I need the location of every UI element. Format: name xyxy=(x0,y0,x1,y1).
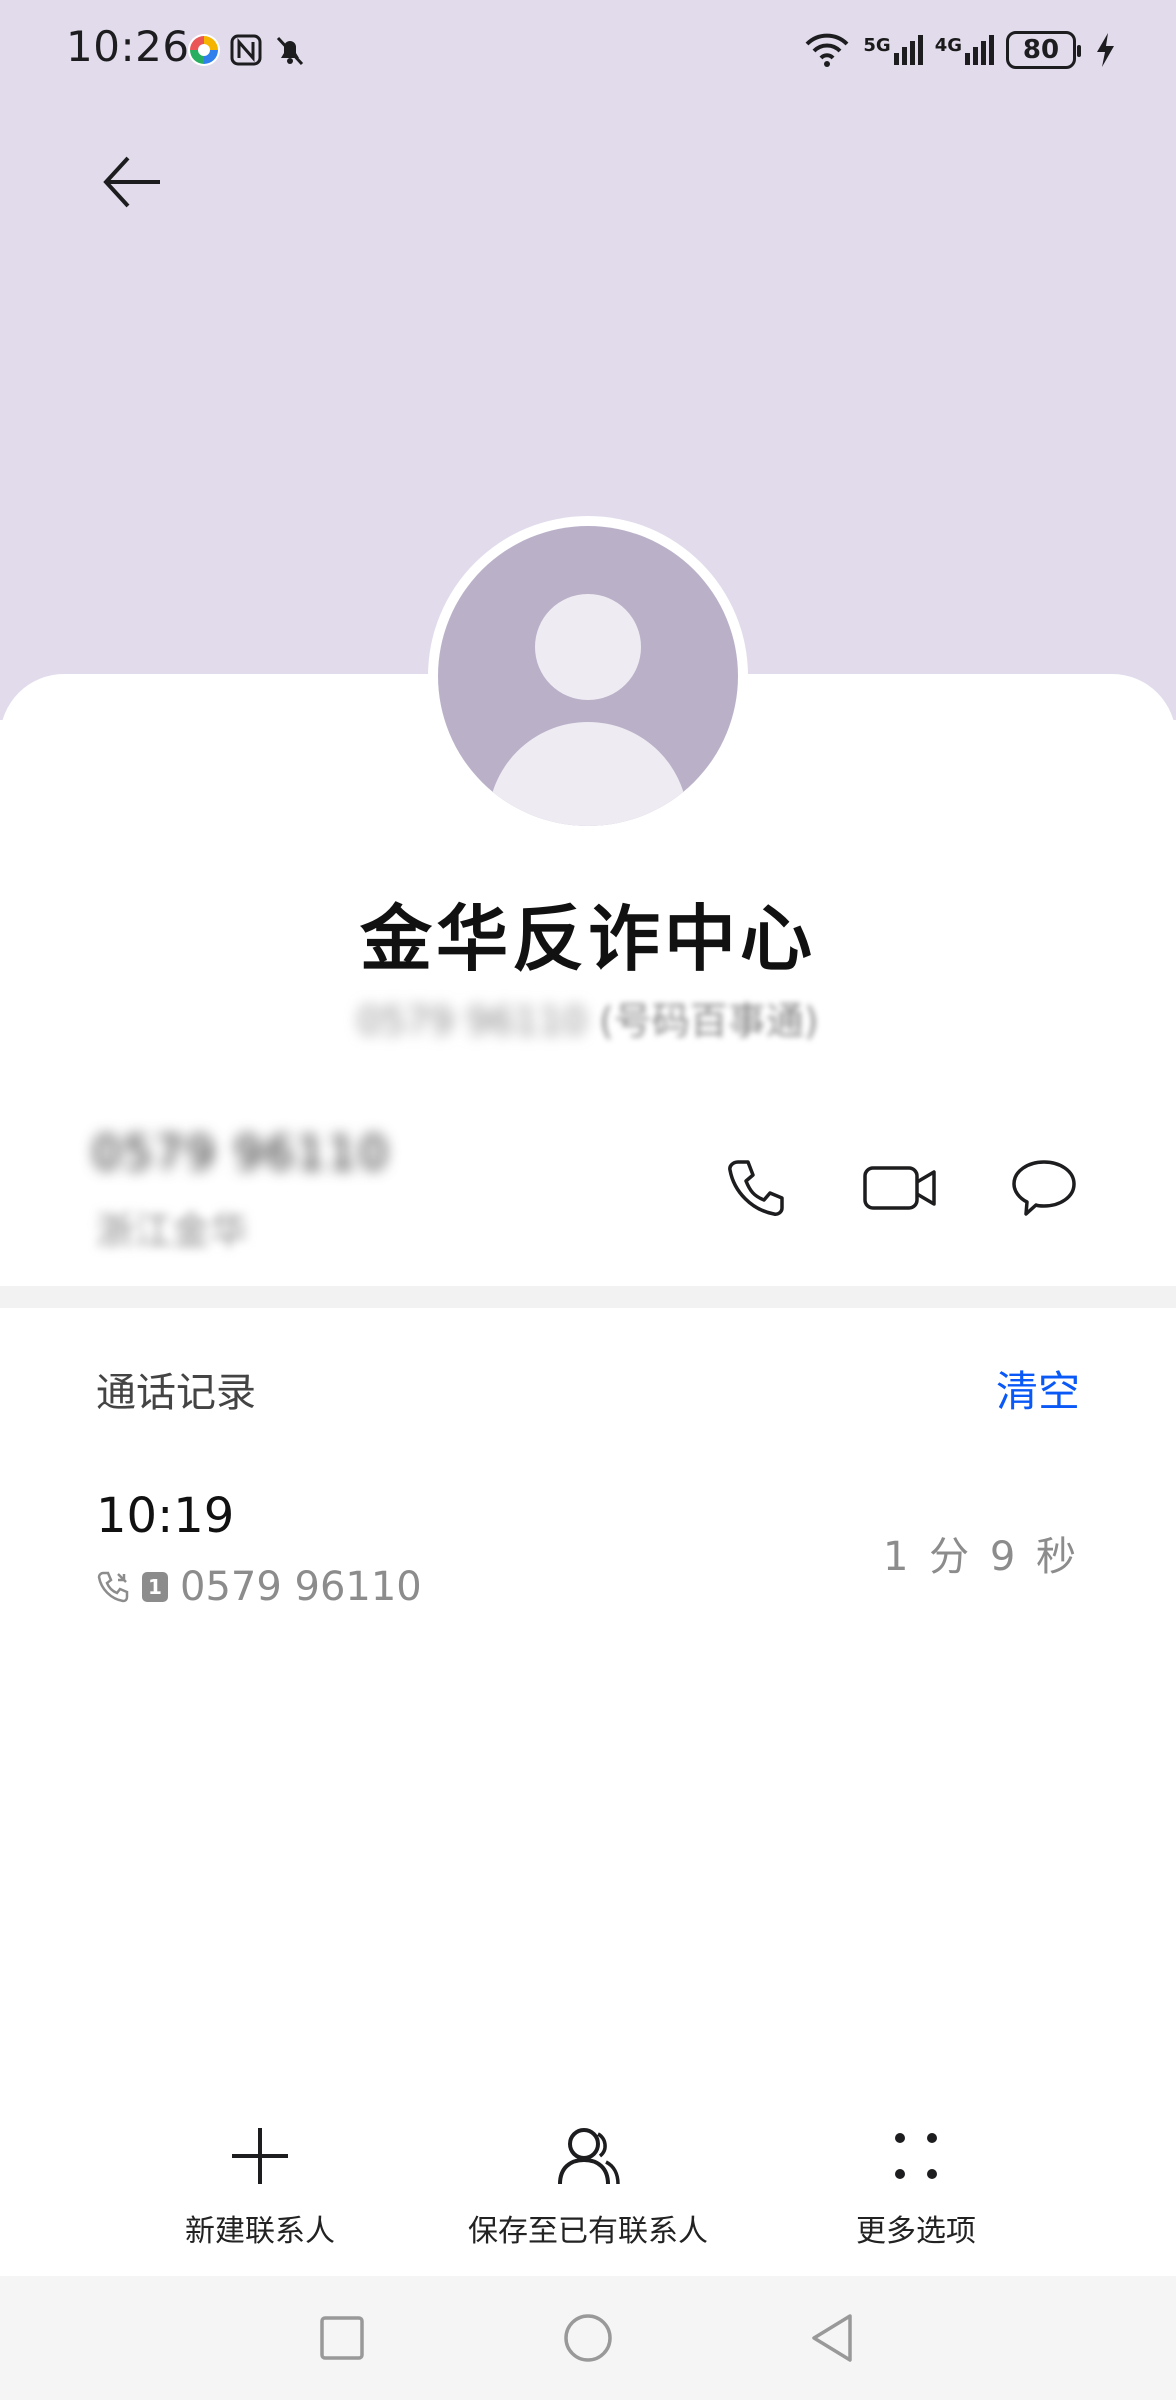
status-time: 10:26 xyxy=(66,22,190,71)
more-dots-icon xyxy=(895,2133,937,2179)
charging-icon xyxy=(1097,33,1114,67)
video-call-button[interactable] xyxy=(860,1148,940,1228)
more-options-button[interactable]: 更多选项 xyxy=(766,2120,1066,2270)
new-contact-label: 新建联系人 xyxy=(185,2214,335,2249)
default-avatar-icon xyxy=(438,526,738,826)
phone-number: 0579 96110 xyxy=(92,1126,391,1180)
call-detail: 1 0579 96110 xyxy=(96,1564,422,1610)
battery-icon: 80 xyxy=(1006,31,1081,69)
avatar xyxy=(428,516,748,836)
wifi-icon xyxy=(805,33,849,67)
call-number: 0579 96110 xyxy=(180,1564,422,1610)
call-log-title: 通话记录 xyxy=(96,1370,256,1416)
call-time: 10:19 xyxy=(96,1488,235,1544)
plus-icon xyxy=(232,2128,288,2184)
new-contact-button[interactable]: 新建联系人 xyxy=(110,2120,410,2270)
recents-button[interactable] xyxy=(302,2298,382,2378)
circle-icon xyxy=(564,2314,612,2362)
call-log-entry[interactable]: 10:19 1 0579 96110 1 分 9 秒 xyxy=(0,1480,1176,1620)
person-icon xyxy=(558,2128,620,2185)
message-button[interactable] xyxy=(1004,1148,1084,1228)
app-notification-icon xyxy=(188,34,220,66)
section-divider xyxy=(0,1286,1176,1308)
message-icon xyxy=(1012,1160,1076,1216)
triangle-icon xyxy=(812,2314,852,2362)
call-duration: 1 分 9 秒 xyxy=(882,1534,1080,1580)
phone-icon xyxy=(728,1160,784,1216)
back-nav-button[interactable] xyxy=(792,2298,872,2378)
number-location: 浙江金华 xyxy=(96,1209,249,1253)
back-arrow-icon xyxy=(103,156,160,208)
phone-number-row[interactable]: 0579 96110 浙江金华 xyxy=(0,1100,1176,1280)
save-to-existing-label: 保存至已有联系人 xyxy=(468,2214,708,2249)
call-button[interactable] xyxy=(716,1148,796,1228)
nfc-icon xyxy=(230,34,262,66)
clear-call-log-button[interactable]: 清空 xyxy=(996,1358,1080,1419)
save-to-existing-contact-button[interactable]: 保存至已有联系人 xyxy=(438,2120,738,2270)
square-icon xyxy=(320,2316,364,2360)
signal-5g-icon: 5G xyxy=(863,35,923,65)
more-options-label: 更多选项 xyxy=(856,2214,976,2249)
home-button[interactable] xyxy=(548,2298,628,2378)
contact-name: 金华反诈中心 xyxy=(359,897,816,981)
status-indicators: 5G 4G 80 xyxy=(803,28,1116,72)
back-button[interactable] xyxy=(90,140,174,224)
video-call-icon xyxy=(863,1166,936,1210)
signal-4g-icon: 4G xyxy=(935,35,994,65)
mute-bell-icon xyxy=(276,36,304,66)
bottom-toolbar: 新建联系人 保存至已有联系人 更多选项 xyxy=(0,2120,1176,2270)
incoming-call-icon xyxy=(97,1571,129,1603)
system-nav-bar xyxy=(0,2276,1176,2400)
status-bar: 10:26 5G 4G 80 xyxy=(0,0,1176,100)
contact-subtitle: 0579 96110 (号码百事通) xyxy=(357,999,819,1043)
sim-card-icon: 1 xyxy=(142,1572,168,1602)
contact-detail-screen: 10:26 5G 4G 80 金华反诈中心 0579 96110 (号码百事通)… xyxy=(0,0,1176,2400)
